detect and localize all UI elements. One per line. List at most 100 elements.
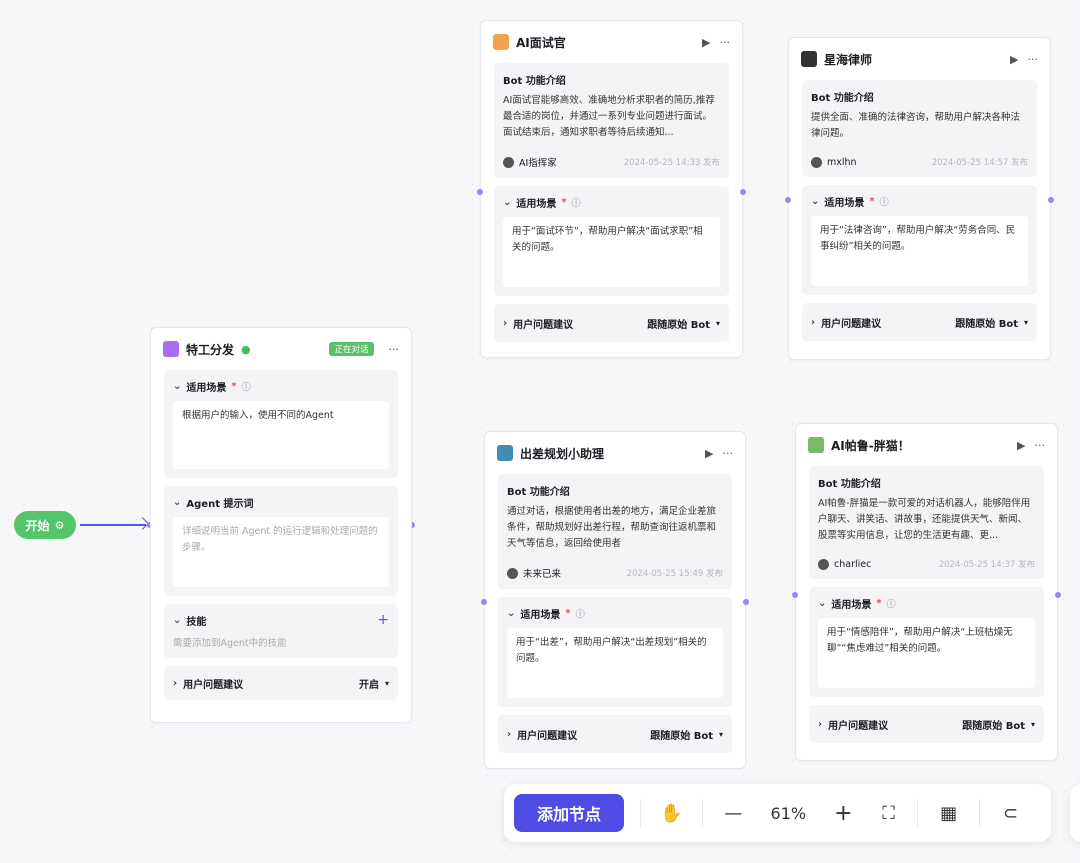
suggest-value[interactable]: 跟随原始 Bot	[955, 315, 1018, 330]
skill-label: 技能	[186, 616, 207, 628]
intro-section: Bot 功能介绍 通过对话，根据使用者出差的地方，满足企业差旅条件，帮助规划好出…	[498, 474, 732, 589]
prompt-textarea[interactable]: 详细说明当前 Agent 的运行逻辑和处理问题的步骤。	[173, 517, 389, 587]
author-avatar	[811, 156, 822, 168]
scene-textarea[interactable]: 用于“法律咨询”，帮助用户解决“劳务合同、民事纠纷”相关的问题。	[811, 216, 1028, 286]
chevron-down-icon[interactable]: ⌄	[507, 608, 515, 619]
zoom-level: 61%	[770, 803, 807, 823]
bot-title: 出差规划小助理	[520, 446, 605, 461]
more-icon[interactable]: ···	[1035, 439, 1046, 452]
chevron-down-icon[interactable]: ⌄	[173, 615, 181, 626]
suggest-label: 用户问题建议	[821, 318, 882, 330]
add-node-button[interactable]: 添加节点	[514, 794, 625, 832]
publish-date: 2024-05-25 14:37 发布	[938, 560, 1035, 570]
connection-port[interactable]	[792, 592, 798, 598]
author-name: charliec	[834, 558, 872, 570]
info-icon[interactable]: ⓘ	[887, 597, 896, 610]
play-icon[interactable]: ▶	[705, 447, 713, 460]
bot-card[interactable]: AI帕鲁-胖猫！ ▶ ··· Bot 功能介绍 AI帕鲁-胖猫是一款可爱的对话机器…	[795, 423, 1058, 761]
connection-port[interactable]	[481, 599, 487, 605]
chevron-down-icon[interactable]: ⌄	[811, 196, 819, 207]
intro-text: 提供全面、准确的法律咨询，帮助用户解决各种法律问题。	[811, 112, 1021, 139]
suggest-section[interactable]: › 用户问题建议 跟随原始 Bot ▾	[802, 303, 1037, 341]
skill-hint: 需要添加到Agent中的技能	[173, 638, 287, 649]
info-icon[interactable]: ⓘ	[242, 380, 251, 393]
scene-label: 适用场景	[831, 599, 872, 611]
play-icon[interactable]: ▶	[1017, 439, 1025, 452]
agent-title: 特工分发	[186, 342, 235, 357]
chevron-down-icon[interactable]: ⌄	[503, 197, 511, 208]
suggest-value[interactable]: 跟随原始 Bot	[962, 717, 1025, 732]
scene-section: ⌄ 适用场景 * ⓘ 用于“出差”，帮助用户解决“出差规划”相关的问题。	[498, 597, 732, 707]
caret-down-icon[interactable]: ▾	[1024, 318, 1028, 327]
info-icon[interactable]: ⓘ	[572, 196, 581, 209]
layout-icon[interactable]: ▦	[918, 803, 979, 824]
suggest-section[interactable]: › 用户问题建议 跟随原始 Bot ▾	[809, 705, 1044, 743]
intro-text: AI面试官能够高效、准确地分析求职者的简历,推荐最合适的岗位，并通过一系列专业问…	[503, 95, 715, 138]
suggest-label: 用户问题建议	[517, 730, 578, 742]
collapse-icon[interactable]: ⊂	[980, 803, 1041, 824]
chevron-right-icon[interactable]: ›	[173, 678, 177, 689]
chevron-right-icon[interactable]: ›	[503, 318, 507, 329]
scene-label: 适用场景	[516, 198, 557, 210]
add-skill-icon[interactable]: +	[377, 612, 389, 628]
scene-section: ⌄ 适用场景 * ⓘ 用于“法律咨询”，帮助用户解决“劳务合同、民事纠纷”相关的问题。	[802, 185, 1037, 295]
agent-card[interactable]: 特工分发 ● 正在对话 ··· ⌄ 适用场景 * ⓘ 根据用户的输入，使用不同的Age…	[150, 327, 412, 723]
more-icon[interactable]: ···	[389, 343, 400, 356]
bot-card[interactable]: 出差规划小助理 ▶ ··· Bot 功能介绍 通过对话，根据使用者出差的地方，满足…	[484, 431, 746, 769]
scene-textarea[interactable]: 用于“情感陪伴”，帮助用户解决“上班枯燥无聊”“焦虑难过”相关的问题。	[818, 618, 1035, 688]
suggest-section[interactable]: › 用户问题建议 开启 ▾	[164, 666, 398, 700]
chevron-right-icon[interactable]: ›	[818, 719, 822, 730]
scene-textarea[interactable]: 用于“面试环节”，帮助用户解决“面试求职”相关的问题。	[503, 217, 720, 287]
prompt-section: ⌄ Agent 提示词 详细说明当前 Agent 的运行逻辑和处理问题的步骤。	[164, 486, 398, 596]
connection-port[interactable]	[740, 189, 746, 195]
connection-port[interactable]	[1055, 592, 1061, 598]
connection-port[interactable]	[477, 189, 483, 195]
connector-line	[80, 524, 146, 526]
chevron-down-icon[interactable]: ⌄	[173, 497, 181, 508]
caret-down-icon[interactable]: ▾	[719, 730, 723, 739]
fit-view-icon[interactable]: ⛶	[874, 803, 903, 824]
caret-down-icon[interactable]: ▾	[385, 679, 389, 688]
caret-down-icon[interactable]: ▾	[716, 319, 720, 328]
bot-card[interactable]: 星海律师 ▶ ··· Bot 功能介绍 提供全面、准确的法律咨询，帮助用户解决各种…	[788, 37, 1051, 360]
bot-title: AI面试官	[516, 35, 566, 50]
info-icon[interactable]: ⓘ	[880, 195, 889, 208]
more-icon[interactable]: ···	[723, 447, 734, 460]
connection-port[interactable]	[1048, 197, 1054, 203]
intro-title: Bot 功能介绍	[507, 487, 570, 498]
more-icon[interactable]: ···	[1028, 53, 1039, 66]
suggest-value[interactable]: 跟随原始 Bot	[647, 316, 710, 331]
connection-port[interactable]	[743, 599, 749, 605]
skill-section: ⌄ 技能 + 需要添加到Agent中的技能	[164, 604, 398, 658]
chevron-right-icon[interactable]: ›	[507, 729, 511, 740]
start-label: 开始	[25, 518, 50, 533]
chevron-down-icon[interactable]: ⌄	[818, 598, 826, 609]
gear-icon[interactable]: ⚙	[55, 519, 65, 532]
bot-card[interactable]: AI面试官 ▶ ··· Bot 功能介绍 AI面试官能够高效、准确地分析求职者的简…	[480, 20, 743, 358]
zoom-out-icon[interactable]: —	[703, 803, 764, 824]
suggest-section[interactable]: › 用户问题建议 跟随原始 Bot ▾	[498, 715, 732, 753]
scene-textarea[interactable]: 根据用户的输入，使用不同的Agent	[173, 401, 389, 469]
suggest-section[interactable]: › 用户问题建议 跟随原始 Bot ▾	[494, 304, 729, 342]
hand-icon[interactable]: ✋	[641, 803, 702, 824]
scene-textarea[interactable]: 用于“出差”，帮助用户解决“出差规划”相关的问题。	[507, 628, 723, 698]
zoom-in-icon[interactable]: +	[813, 801, 874, 826]
canvas-toolbar: 添加节点 ✋ — 61% + ⛶ ▦ ⊂	[504, 784, 1051, 842]
play-icon[interactable]: ▶	[702, 36, 710, 49]
info-icon[interactable]: ⓘ	[576, 607, 585, 620]
publish-date: 2024-05-25 14:33 发布	[623, 158, 720, 168]
start-node[interactable]: 开始 ⚙	[14, 511, 76, 539]
scene-section: ⌄ 适用场景 * ⓘ 用于“面试环节”，帮助用户解决“面试求职”相关的问题。	[494, 186, 729, 296]
publish-date: 2024-05-25 14:57 发布	[931, 158, 1028, 168]
chevron-down-icon[interactable]: ⌄	[173, 381, 181, 392]
more-icon[interactable]: ···	[720, 36, 731, 49]
connection-port[interactable]	[785, 197, 791, 203]
publish-date: 2024-05-25 15:49 发布	[626, 569, 723, 579]
suggest-value[interactable]: 跟随原始 Bot	[650, 727, 713, 742]
play-icon[interactable]: ▶	[1010, 53, 1018, 66]
caret-down-icon[interactable]: ▾	[1031, 720, 1035, 729]
author-name: AI指挥家	[519, 158, 557, 169]
chevron-right-icon[interactable]: ›	[811, 317, 815, 328]
suggest-value[interactable]: 开启	[359, 676, 379, 691]
bot-avatar	[497, 445, 513, 461]
